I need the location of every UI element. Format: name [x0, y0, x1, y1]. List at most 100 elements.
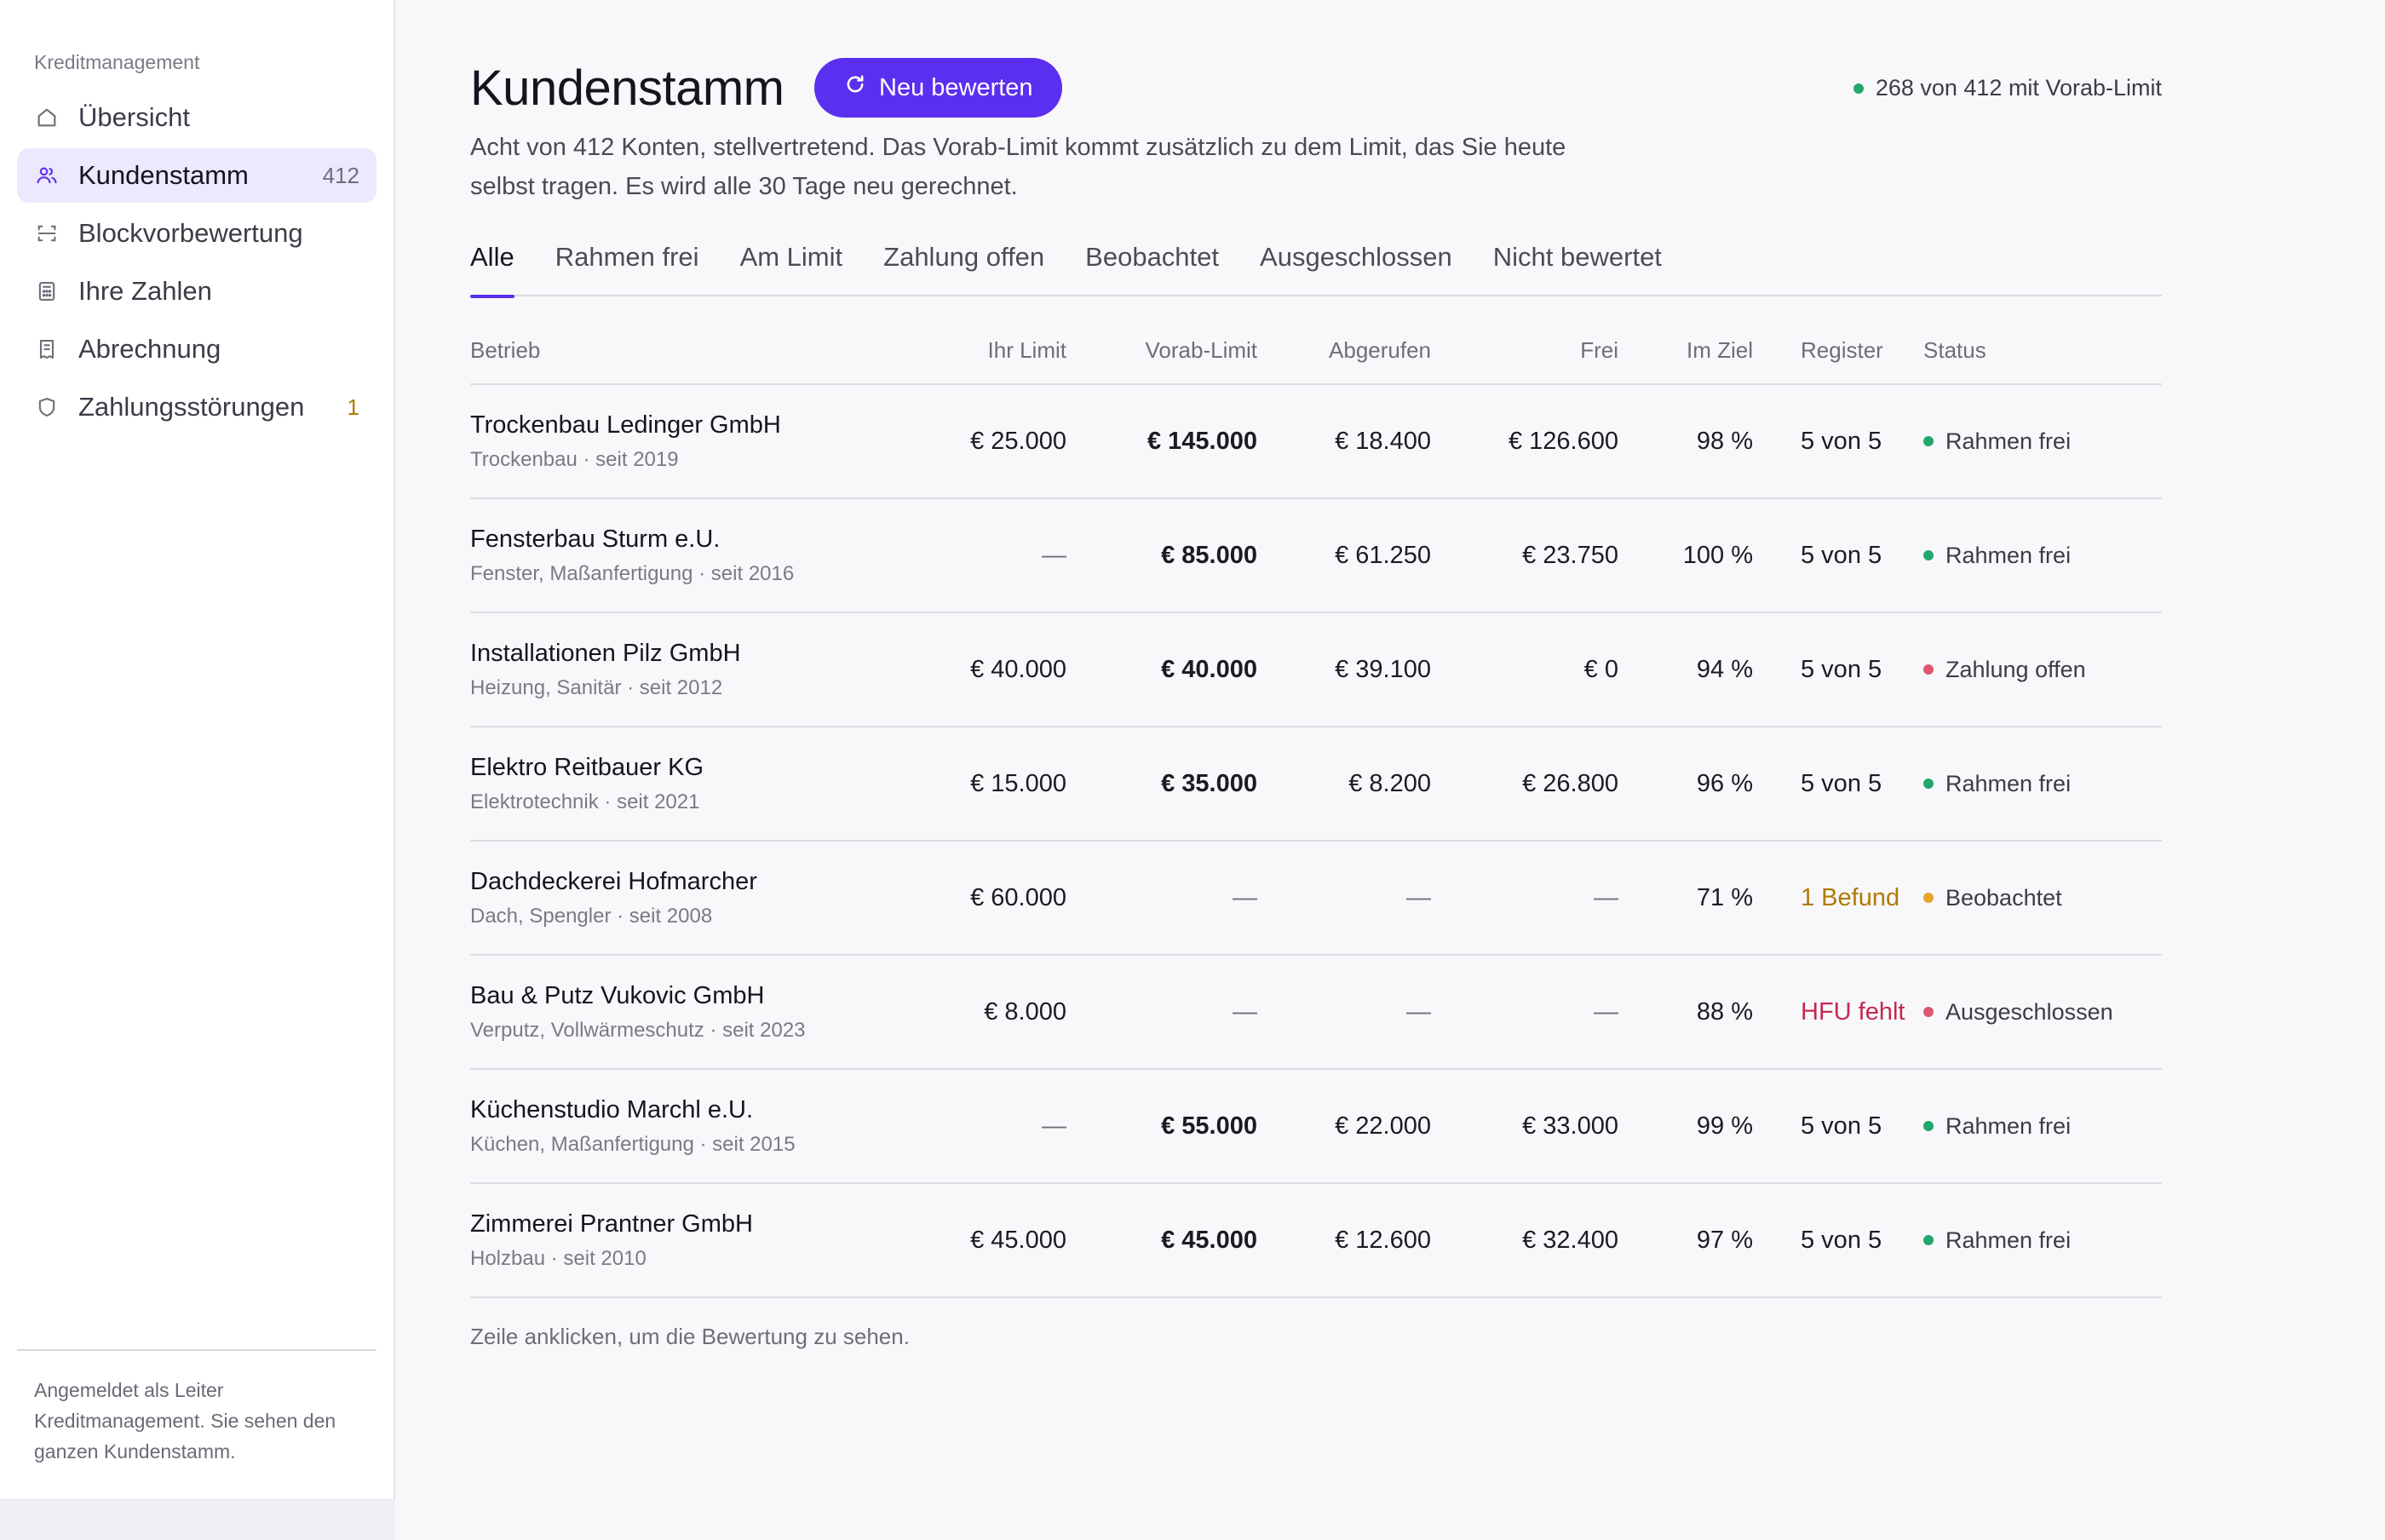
- sidebar-item-ihre-zahlen[interactable]: Ihre Zahlen: [17, 264, 376, 319]
- customer-table: Betrieb Ihr Limit Vorab-Limit Abgerufen …: [470, 317, 2162, 1298]
- calculator-icon: [34, 279, 60, 304]
- tab-rahmen-frei[interactable]: Rahmen frei: [555, 235, 699, 296]
- status-badge: Ausgeschlossen: [1945, 998, 2113, 1025]
- status-badge: Rahmen frei: [1945, 542, 2072, 568]
- register-value: 5 von 5: [1801, 769, 1882, 797]
- company-cell: Trockenbau Ledinger GmbH Trockenbau · se…: [470, 411, 913, 472]
- im-ziel-value: 100 %: [1682, 541, 1753, 569]
- sidebar-item-count: 1: [347, 394, 359, 420]
- frei-value: € 126.600: [1508, 427, 1618, 455]
- table-hint: Zeile anklicken, um die Bewertung zu seh…: [470, 1324, 910, 1349]
- table-row[interactable]: Küchenstudio Marchl e.U. Küchen, Maßanfe…: [470, 1070, 2162, 1184]
- page-subtitle: Acht von 412 Konten, stellvertretend. Da…: [470, 134, 1566, 200]
- table-row[interactable]: Zimmerei Prantner GmbH Holzbau · seit 20…: [470, 1184, 2162, 1298]
- tab-am-limit[interactable]: Am Limit: [740, 235, 843, 296]
- status-badge: Beobachtet: [1945, 884, 2062, 911]
- table-row[interactable]: Bau & Putz Vukovic GmbH Verputz, Vollwär…: [470, 956, 2162, 1070]
- register-value: 5 von 5: [1801, 1112, 1882, 1140]
- abgerufen-value: € 22.000: [1335, 1112, 1431, 1140]
- neu-bewerten-label: Neu bewerten: [879, 73, 1033, 101]
- company-name: Installationen Pilz GmbH: [470, 639, 741, 667]
- tab-alle[interactable]: Alle: [470, 235, 514, 298]
- frei-value: € 32.400: [1522, 1226, 1618, 1254]
- abgerufen-value: € 8.200: [1348, 769, 1431, 797]
- table-row[interactable]: Fensterbau Sturm e.U. Fenster, Maßanfert…: [470, 499, 2162, 613]
- register-value: 5 von 5: [1801, 541, 1882, 569]
- home-icon: [34, 105, 60, 130]
- ihr-limit-value: € 15.000: [970, 769, 1066, 797]
- company-meta: Trockenbau · seit 2019: [470, 447, 679, 471]
- frei-value: € 0: [1583, 655, 1618, 683]
- company-cell: Installationen Pilz GmbH Heizung, Sanitä…: [470, 640, 913, 700]
- sidebar-item-zahlungsstoerungen[interactable]: Zahlungsstörungen 1: [17, 380, 376, 434]
- sidebar-item-kundenstamm[interactable]: Kundenstamm 412: [17, 148, 376, 203]
- company-cell: Bau & Putz Vukovic GmbH Verputz, Vollwär…: [470, 982, 913, 1043]
- status-badge: Zahlung offen: [1945, 656, 2086, 682]
- tab-beobachtet[interactable]: Beobachtet: [1085, 235, 1219, 296]
- status-cell: Zahlung offen: [1923, 657, 2162, 683]
- receipt-icon: [34, 336, 60, 362]
- register-value: 5 von 5: [1801, 427, 1882, 455]
- sidebar-item-abrechnung[interactable]: Abrechnung: [17, 322, 376, 376]
- im-ziel-value: 88 %: [1696, 997, 1753, 1026]
- frei-value: —: [1594, 997, 1618, 1026]
- company-cell: Elektro Reitbauer KG Elektrotechnik · se…: [470, 754, 913, 814]
- column-header-frei[interactable]: Frei: [1431, 337, 1618, 364]
- shield-icon: [34, 394, 60, 420]
- filter-tabs: Alle Rahmen frei Am Limit Zahlung offen …: [470, 235, 2162, 298]
- sidebar-item-blockvorbewertung[interactable]: Blockvorbewertung: [17, 206, 376, 261]
- column-header-betrieb[interactable]: Betrieb: [470, 337, 913, 364]
- sidebar-nav: Übersicht Kundenstamm 412 Blockvorbewert…: [17, 90, 376, 438]
- company-meta: Elektrotechnik · seit 2021: [470, 790, 700, 813]
- im-ziel-value: 97 %: [1696, 1226, 1753, 1254]
- vorab-limit-value: € 45.000: [1161, 1226, 1257, 1254]
- status-badge: Rahmen frei: [1945, 1112, 2072, 1139]
- abgerufen-value: € 18.400: [1335, 427, 1431, 455]
- im-ziel-value: 94 %: [1696, 655, 1753, 683]
- vorab-limit-value: € 35.000: [1161, 769, 1257, 797]
- sidebar-item-uebersicht[interactable]: Übersicht: [17, 90, 376, 145]
- company-meta: Fenster, Maßanfertigung · seit 2016: [470, 561, 795, 585]
- status-dot-icon: [1923, 779, 1934, 789]
- column-header-im-ziel[interactable]: Im Ziel: [1618, 337, 1753, 364]
- tab-nicht-bewertet[interactable]: Nicht bewertet: [1493, 235, 1662, 296]
- company-name: Küchenstudio Marchl e.U.: [470, 1095, 754, 1123]
- tab-zahlung-offen[interactable]: Zahlung offen: [883, 235, 1044, 296]
- status-badge: Rahmen frei: [1945, 770, 2072, 796]
- status-cell: Rahmen frei: [1923, 1227, 2162, 1254]
- company-meta: Holzbau · seit 2010: [470, 1246, 647, 1270]
- column-header-abgerufen[interactable]: Abgerufen: [1257, 337, 1431, 364]
- company-meta: Verputz, Vollwärmeschutz · seit 2023: [470, 1018, 806, 1042]
- table-header: Betrieb Ihr Limit Vorab-Limit Abgerufen …: [470, 317, 2162, 385]
- company-name: Elektro Reitbauer KG: [470, 753, 704, 781]
- abgerufen-value: € 12.600: [1335, 1226, 1431, 1254]
- status-dot-icon: [1853, 83, 1864, 94]
- vorab-limit-indicator: 268 von 412 mit Vorab-Limit: [1853, 75, 2162, 101]
- status-badge: Rahmen frei: [1945, 428, 2072, 454]
- column-header-vorab-limit[interactable]: Vorab-Limit: [1066, 337, 1258, 364]
- table-row[interactable]: Installationen Pilz GmbH Heizung, Sanitä…: [470, 613, 2162, 727]
- scan-icon: [34, 221, 60, 246]
- status-dot-icon: [1923, 1121, 1934, 1131]
- frei-value: € 33.000: [1522, 1112, 1618, 1140]
- vorab-limit-value: € 145.000: [1147, 427, 1257, 455]
- company-name: Bau & Putz Vukovic GmbH: [470, 981, 765, 1009]
- sidebar-item-label: Kundenstamm: [78, 160, 249, 190]
- table-row[interactable]: Elektro Reitbauer KG Elektrotechnik · se…: [470, 727, 2162, 842]
- column-header-ihr-limit[interactable]: Ihr Limit: [913, 337, 1066, 364]
- ihr-limit-value: € 8.000: [984, 997, 1066, 1026]
- sidebar-item-label: Abrechnung: [78, 334, 221, 364]
- status-cell: Beobachtet: [1923, 885, 2162, 911]
- company-name: Dachdeckerei Hofmarcher: [470, 867, 757, 895]
- column-header-status[interactable]: Status: [1923, 337, 2162, 364]
- sidebar-section-label: Kreditmanagement: [34, 51, 200, 73]
- tab-ausgeschlossen[interactable]: Ausgeschlossen: [1260, 235, 1452, 296]
- table-row[interactable]: Trockenbau Ledinger GmbH Trockenbau · se…: [470, 385, 2162, 499]
- neu-bewerten-button[interactable]: Neu bewerten: [814, 58, 1062, 118]
- ihr-limit-value: € 40.000: [970, 655, 1066, 683]
- status-cell: Rahmen frei: [1923, 543, 2162, 569]
- abgerufen-value: —: [1406, 997, 1431, 1026]
- table-row[interactable]: Dachdeckerei Hofmarcher Dach, Spengler ·…: [470, 842, 2162, 956]
- column-header-register[interactable]: Register: [1753, 337, 1923, 364]
- status-dot-icon: [1923, 893, 1934, 903]
